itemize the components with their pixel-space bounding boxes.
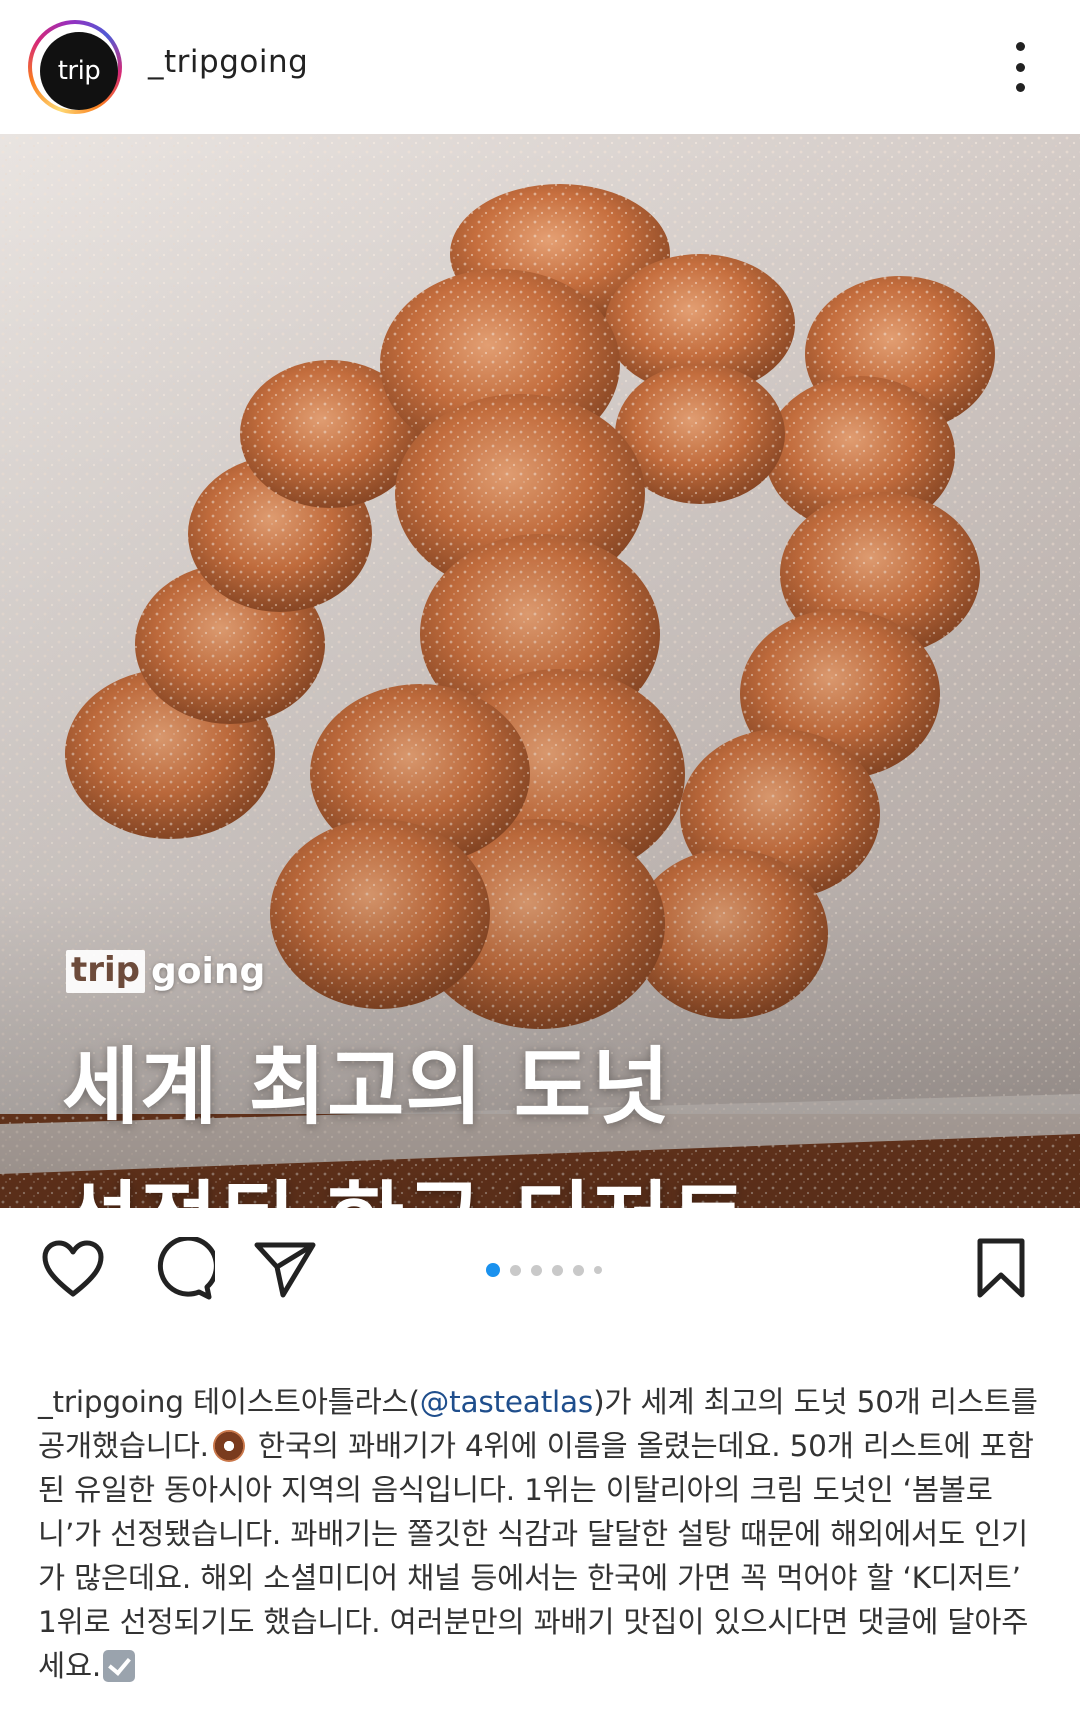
carousel-indicator xyxy=(486,1263,602,1277)
post-headline: 세계 최고의 도넛 선정된 한국 디저트 xyxy=(62,1020,749,1208)
carousel-dot-active xyxy=(486,1263,500,1277)
brand-watermark: trip going xyxy=(66,950,265,993)
comment-icon[interactable] xyxy=(148,1234,218,1304)
caption-text-1: 테이스트아틀라스( xyxy=(183,1385,420,1419)
action-bar xyxy=(0,1208,1080,1328)
post-image[interactable]: trip going 세계 최고의 도넛 선정된 한국 디저트 xyxy=(0,134,1080,1208)
headline-line-2: 선정된 한국 디저트 xyxy=(62,1154,749,1208)
avatar[interactable]: trip xyxy=(40,32,118,110)
caption-username[interactable]: _tripgoing xyxy=(38,1385,184,1419)
story-ring[interactable]: trip xyxy=(28,20,122,114)
brand-box-text: trip xyxy=(66,950,146,993)
carousel-dot xyxy=(552,1264,563,1276)
headline-line-1: 세계 최고의 도넛 xyxy=(62,1038,671,1136)
heart-icon[interactable] xyxy=(38,1234,108,1304)
carousel-dot xyxy=(531,1264,542,1276)
caption-text-3: 한국의 꽈배기가 4위에 이름을 올렸는데요. 50개 리스트에 포함된 유일한… xyxy=(38,1429,1034,1683)
avatar-logo-text: trip xyxy=(57,56,101,86)
brand-word-text: going xyxy=(151,950,266,992)
caption-mention-link[interactable]: @tasteatlas xyxy=(420,1385,594,1419)
check-mark-emoji-icon xyxy=(103,1650,136,1682)
more-options-icon[interactable] xyxy=(1008,42,1032,92)
post-caption: _tripgoing 테이스트아틀라스(@tasteatlas)가 세계 최고의… xyxy=(38,1380,1048,1688)
carousel-dot xyxy=(510,1264,521,1276)
bookmark-icon[interactable] xyxy=(966,1234,1036,1304)
carousel-dot xyxy=(594,1266,602,1274)
carousel-dot xyxy=(573,1264,584,1276)
donut-emoji-icon xyxy=(212,1430,245,1462)
post-header: trip _tripgoing xyxy=(0,0,1080,134)
share-icon[interactable] xyxy=(250,1234,320,1304)
post-username[interactable]: _tripgoing xyxy=(148,44,308,80)
